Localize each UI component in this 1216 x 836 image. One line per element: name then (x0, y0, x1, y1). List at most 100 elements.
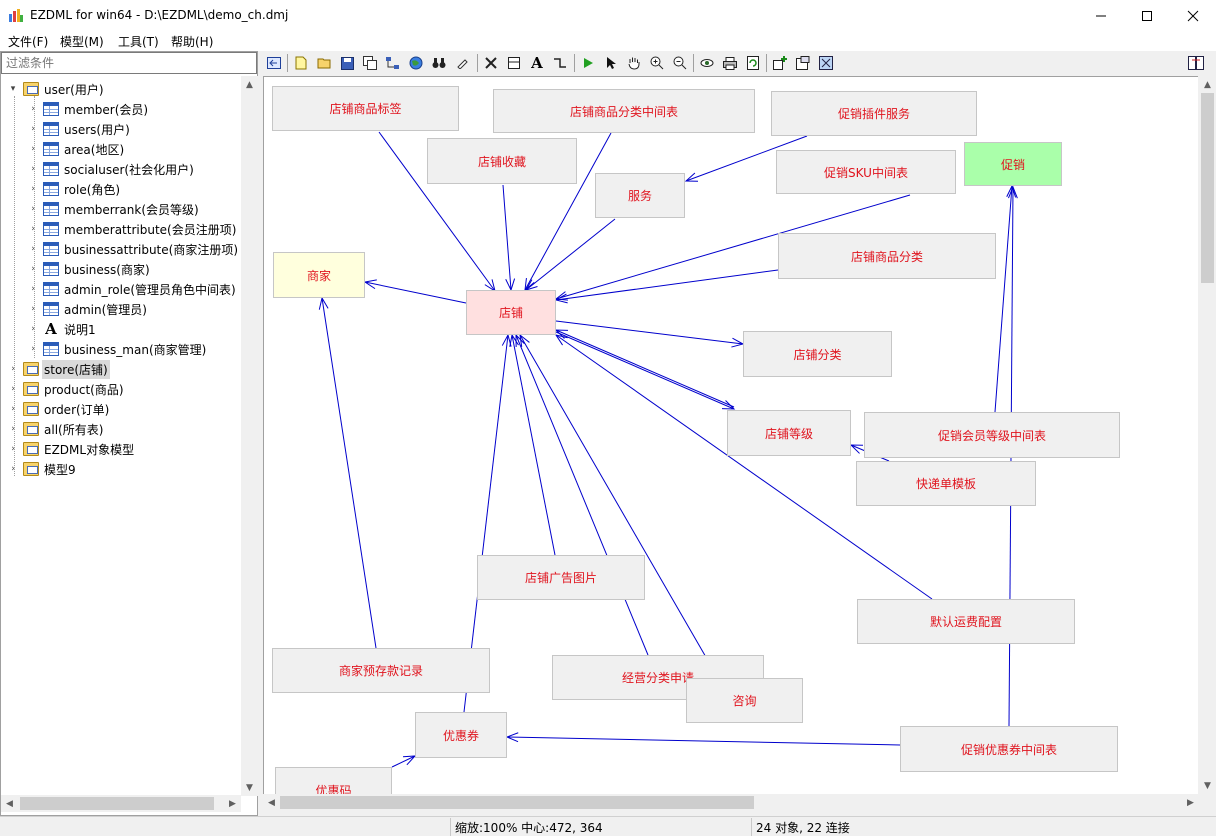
tree-item[interactable]: › role(角色) (27, 179, 122, 199)
chevron-right-icon[interactable]: › (27, 223, 39, 235)
relation-line[interactable] (502, 184, 512, 291)
entity-box[interactable]: 促销会员等级中间表 (864, 412, 1120, 458)
relation-line[interactable] (391, 755, 416, 768)
menu-help[interactable]: 帮助(H) (171, 33, 213, 50)
relation-line[interactable] (321, 297, 377, 649)
chevron-right-icon[interactable]: › (27, 183, 39, 195)
entity-box[interactable]: 默认运费配置 (857, 599, 1075, 644)
switch-view-icon[interactable] (1187, 54, 1205, 72)
scroll-right-icon[interactable]: ▶ (1182, 794, 1199, 811)
connector-icon[interactable] (551, 54, 569, 72)
chevron-right-icon[interactable]: › (27, 243, 39, 255)
chevron-right-icon[interactable]: › (27, 103, 39, 115)
entity-box[interactable]: 店铺商品分类 (778, 233, 996, 279)
scroll-down-icon[interactable]: ▼ (1199, 777, 1216, 794)
chevron-right-icon[interactable]: › (7, 383, 19, 395)
tree-node-ezdml[interactable]: › EZDML对象模型 (7, 439, 136, 459)
globe-icon[interactable] (407, 54, 425, 72)
entity-box[interactable]: 快递单模板 (856, 461, 1036, 506)
tree-item[interactable]: › admin(管理员) (27, 299, 149, 319)
scroll-up-icon[interactable]: ▲ (1199, 76, 1216, 93)
open-folder-icon[interactable] (315, 54, 333, 72)
refresh-icon[interactable] (744, 54, 762, 72)
entity-box[interactable]: 商家预存款记录 (272, 648, 490, 693)
zoom-in-icon[interactable] (648, 54, 666, 72)
entity-box[interactable]: 咨询 (686, 678, 803, 723)
chevron-right-icon[interactable]: › (27, 323, 39, 335)
binoculars-icon[interactable] (430, 54, 448, 72)
chevron-right-icon[interactable]: › (27, 123, 39, 135)
pencil-icon[interactable] (453, 54, 471, 72)
tree-item[interactable]: › A 说明1 (27, 319, 98, 339)
scroll-up-icon[interactable]: ▲ (241, 76, 258, 93)
printer-icon[interactable] (721, 54, 739, 72)
scroll-thumb[interactable] (20, 797, 214, 810)
diagram-canvas[interactable]: 店铺商品标签 店铺商品分类中间表 促销插件服务 店铺收藏 促销SKU中间表 促销 服务 商家店… (263, 76, 1198, 794)
tree-node-store[interactable]: › store(店铺) (7, 359, 110, 379)
tree-item[interactable]: › admin_role(管理员角色中间表) (27, 279, 238, 299)
tree-item[interactable]: › area(地区) (27, 139, 126, 159)
relation-line[interactable] (525, 218, 616, 291)
scroll-thumb[interactable] (1201, 93, 1214, 283)
tree-vertical-scrollbar[interactable]: ▲ ▼ (241, 76, 258, 796)
chevron-right-icon[interactable]: › (7, 443, 19, 455)
scroll-right-icon[interactable]: ▶ (224, 795, 241, 812)
entity-box[interactable]: 店铺广告图片 (477, 555, 645, 600)
relation-line[interactable] (994, 185, 1013, 413)
chevron-right-icon[interactable]: › (27, 303, 39, 315)
text-a-icon[interactable]: A (528, 54, 546, 72)
tree-node-user[interactable]: ▾ user(用户) (7, 79, 106, 99)
close-button[interactable] (1170, 0, 1216, 31)
entity-box[interactable]: 促销 (964, 142, 1062, 186)
relation-line[interactable] (519, 334, 719, 679)
tree-item[interactable]: › memberattribute(会员注册项) (27, 219, 238, 239)
canvas-horizontal-scrollbar[interactable]: ◀ ▶ (263, 794, 1199, 811)
back-icon[interactable] (265, 54, 283, 72)
entity-box[interactable]: 优惠券 (415, 712, 507, 758)
relation-line[interactable] (506, 736, 901, 746)
hand-icon[interactable] (625, 54, 643, 72)
chevron-right-icon[interactable]: › (7, 363, 19, 375)
relation-line[interactable] (511, 334, 556, 556)
scroll-thumb[interactable] (280, 796, 754, 809)
chevron-right-icon[interactable]: › (27, 283, 39, 295)
entity-box[interactable]: 优惠码 (275, 767, 392, 794)
entity-box[interactable]: 店铺收藏 (427, 138, 577, 184)
menu-file[interactable]: 文件(F) (8, 33, 48, 50)
scroll-left-icon[interactable]: ◀ (1, 795, 18, 812)
entity-box[interactable]: 促销SKU中间表 (776, 150, 956, 194)
relation-line[interactable] (555, 269, 779, 301)
delete-icon[interactable] (482, 54, 500, 72)
entity-box[interactable]: 服务 (595, 173, 685, 218)
tree-node-order[interactable]: › order(订单) (7, 399, 111, 419)
entity-box[interactable]: 商家 (273, 252, 365, 298)
chevron-right-icon[interactable]: › (27, 143, 39, 155)
chevron-right-icon[interactable]: › (7, 403, 19, 415)
maximize-button[interactable] (1124, 0, 1170, 31)
tree-structure-icon[interactable] (384, 54, 402, 72)
tree-node-product[interactable]: › product(商品) (7, 379, 126, 399)
tree-item[interactable]: › business_man(商家管理) (27, 339, 208, 359)
properties-icon[interactable] (794, 54, 812, 72)
fit-screen-icon[interactable] (817, 54, 835, 72)
new-file-icon[interactable] (292, 54, 310, 72)
chevron-right-icon[interactable]: › (27, 263, 39, 275)
canvas-vertical-scrollbar[interactable]: ▲ ▼ (1199, 76, 1216, 794)
chevron-right-icon[interactable]: › (27, 163, 39, 175)
menu-model[interactable]: 模型(M) (60, 33, 104, 50)
zoom-out-icon[interactable] (671, 54, 689, 72)
tree-item[interactable]: › business(商家) (27, 259, 152, 279)
relation-line[interactable] (364, 281, 467, 304)
scroll-left-icon[interactable]: ◀ (263, 794, 280, 811)
add-field-icon[interactable] (771, 54, 789, 72)
copy-icon[interactable] (361, 54, 379, 72)
tree-horizontal-scrollbar[interactable]: ◀ ▶ (1, 795, 241, 812)
relation-line[interactable] (555, 329, 735, 408)
tree-item[interactable]: › memberrank(会员等级) (27, 199, 201, 219)
entity-box[interactable]: 店铺等级 (727, 410, 851, 456)
minimize-button[interactable] (1078, 0, 1124, 31)
entity-box[interactable]: 店铺商品标签 (272, 86, 459, 131)
save-icon[interactable] (338, 54, 356, 72)
tree-item[interactable]: › businessattribute(商家注册项) (27, 239, 240, 259)
relation-line[interactable] (515, 334, 649, 656)
